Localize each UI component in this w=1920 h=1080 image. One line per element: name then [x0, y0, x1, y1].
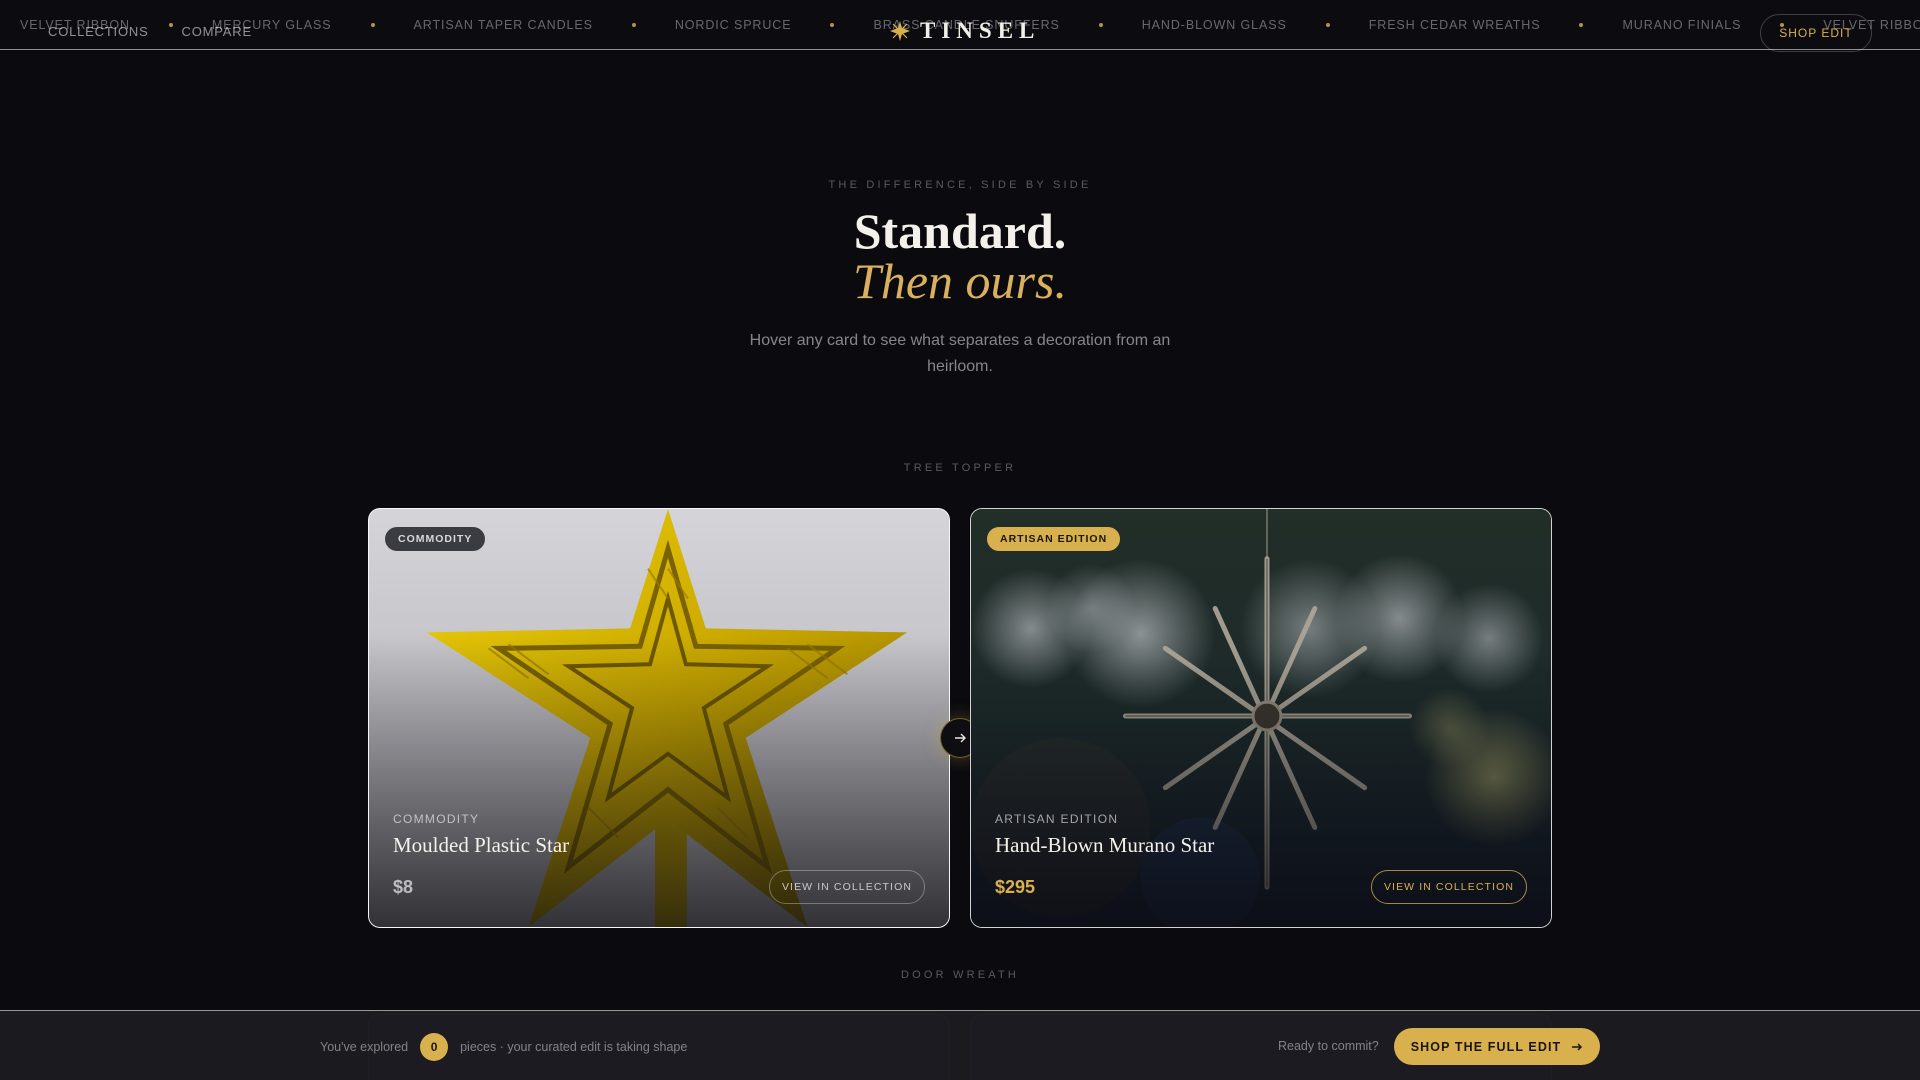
commodity-card[interactable]: COMMODITY COMMODITY Moulded Plastic Star…: [368, 508, 950, 928]
star-icon: [890, 21, 910, 41]
marquee-item: HAND-BLOWN GLASS: [1141, 18, 1287, 32]
marquee-dot: [370, 23, 375, 27]
marquee-dot: [631, 23, 636, 27]
marquee-dot: [1325, 23, 1330, 27]
brand-name: TINSEL: [920, 18, 1041, 43]
marquee-item: MURANO FINIALS: [1622, 18, 1742, 32]
arrow-right-icon: [955, 733, 966, 743]
top-header: VELVET RIBBON MERCURY GLASS ARTISAN TAPE…: [0, 0, 1920, 52]
product-name: Moulded Plastic Star: [393, 833, 570, 857]
commodity-badge: COMMODITY: [385, 527, 486, 551]
view-in-collection-button[interactable]: VIEW IN COLLECTION: [769, 870, 925, 904]
section-label: DOOR WREATH: [900, 969, 1020, 981]
card-tier: COMMODITY: [393, 812, 480, 826]
brand-logo[interactable]: TINSEL: [890, 18, 1040, 44]
artisan-badge: ARTISAN EDITION: [987, 527, 1121, 551]
nav-collections-link[interactable]: COLLECTIONS: [48, 24, 149, 39]
explored-prefix: You've explored: [320, 1040, 409, 1054]
shop-edit-button[interactable]: SHOP EDIT: [1760, 14, 1872, 52]
plastic-star-image: [369, 509, 949, 927]
shop-full-edit-label: SHOP THE FULL EDIT: [1410, 1039, 1562, 1054]
marquee-item: ARTISAN TAPER CANDLES: [413, 18, 593, 32]
arrow-right-icon: [1572, 1042, 1583, 1051]
product-price: $8: [393, 877, 414, 897]
card-tier: ARTISAN EDITION: [995, 812, 1119, 826]
progress-bottom-bar: You've explored 0 pieces · your curated …: [0, 1010, 1920, 1080]
hero-title-italic: Then ours.: [853, 253, 1067, 309]
primary-nav: COLLECTIONS COMPARE: [48, 24, 252, 39]
hero-subtitle: Hover any card to see what separates a d…: [749, 332, 1171, 375]
marquee-item: NORDIC SPRUCE: [674, 18, 792, 32]
explored-suffix: pieces · your curated edit is taking sha…: [460, 1040, 688, 1054]
section-label: TREE TOPPER: [903, 462, 1017, 474]
artisan-card[interactable]: ARTISAN EDITION ARTISAN EDITION Hand-Blo…: [970, 508, 1552, 928]
nav-compare-link[interactable]: COMPARE: [182, 24, 252, 39]
marquee-dot: [1098, 23, 1103, 27]
ready-to-commit-text: Ready to commit?: [1278, 1039, 1379, 1053]
hero-title: Standard.: [853, 203, 1067, 259]
product-name: Hand-Blown Murano Star: [995, 833, 1215, 857]
explored-count-badge: 0: [420, 1033, 449, 1061]
explored-progress: You've explored 0 pieces · your curated …: [320, 1033, 687, 1061]
murano-star-image: [971, 509, 1551, 927]
view-in-collection-button[interactable]: VIEW IN COLLECTION: [1371, 870, 1527, 904]
product-price: $295: [995, 877, 1036, 897]
marquee-item: FRESH CEDAR WREATHS: [1368, 18, 1541, 32]
shop-full-edit-button[interactable]: SHOP THE FULL EDIT: [1394, 1028, 1600, 1065]
marquee-dot: [830, 23, 835, 27]
marquee-dot: [1579, 23, 1584, 27]
hero-eyebrow: THE DIFFERENCE, SIDE BY SIDE: [828, 179, 1092, 191]
